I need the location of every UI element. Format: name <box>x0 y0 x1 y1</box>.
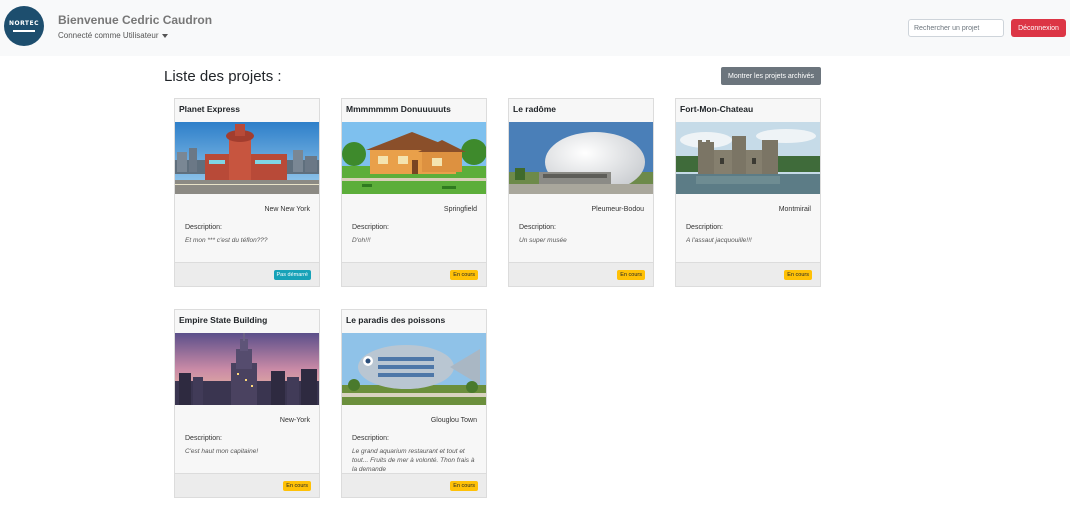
status-badge: En cours <box>784 270 812 280</box>
card-footer: En cours <box>175 473 319 497</box>
project-description: A l'assaut jacquouille!!! <box>686 237 752 244</box>
project-title[interactable]: Planet Express <box>179 104 240 114</box>
status-badge: En cours <box>450 270 478 280</box>
project-image <box>342 122 486 194</box>
caret-down-icon <box>162 33 169 38</box>
description-label: Description: <box>185 224 222 231</box>
card-footer: En cours <box>342 262 486 286</box>
project-title[interactable]: Le paradis des poissons <box>346 315 445 325</box>
card-footer: En cours <box>676 262 820 286</box>
status-badge: En cours <box>617 270 645 280</box>
project-description: C'est haut mon capitaine! <box>185 448 259 455</box>
project-title[interactable]: Empire State Building <box>179 315 267 325</box>
card-footer: Pas démarré <box>175 262 319 286</box>
project-image <box>342 333 486 405</box>
project-card[interactable]: Empire State Building New-York Descripti… <box>174 309 320 498</box>
search-input[interactable] <box>908 19 1004 37</box>
logout-button[interactable]: Déconnexion <box>1011 19 1066 37</box>
status-badge: En cours <box>283 481 311 491</box>
status-badge: Pas démarré <box>273 270 311 280</box>
company-logo[interactable]: NORTEC <box>4 6 44 46</box>
project-card[interactable]: Planet Express New New York Description:… <box>174 98 320 287</box>
show-archived-button[interactable]: Montrer les projets archivés <box>721 67 821 85</box>
project-description: Le grand aquarium restaurant et tout et … <box>352 448 475 473</box>
project-description: D'oh!!! <box>352 237 371 244</box>
logo-text: NORTEC <box>8 20 40 27</box>
project-title[interactable]: Mmmmmmm Donuuuuuts <box>346 104 451 114</box>
project-card[interactable]: Fort-Mon-Chateau Montmirail Description:… <box>675 98 821 287</box>
logo-bar <box>13 30 35 32</box>
user-role-label: Connecté comme Utilisateur <box>58 31 159 40</box>
project-location: Springfield <box>443 206 477 213</box>
project-image <box>676 122 820 194</box>
project-card[interactable]: Le paradis des poissons Glouglou Town De… <box>341 309 487 498</box>
project-card[interactable]: Le radôme Pleumeur-Bodou Description: Un… <box>508 98 654 287</box>
top-navbar: NORTEC Bienvenue Cedric Caudron Connecté… <box>0 0 1070 56</box>
card-footer: En cours <box>342 473 486 497</box>
project-location: New New York <box>264 206 310 213</box>
welcome-message: Bienvenue Cedric Caudron <box>58 13 213 27</box>
page-title: Liste des projets : <box>164 68 282 85</box>
project-title[interactable]: Le radôme <box>513 104 556 114</box>
description-label: Description: <box>352 224 389 231</box>
status-badge: En cours <box>450 481 478 491</box>
user-role-dropdown[interactable]: Connecté comme Utilisateur <box>58 31 169 40</box>
project-description: Et mon *** c'est du téflon??? <box>185 237 268 244</box>
description-label: Description: <box>352 435 389 442</box>
project-description: Un super musée <box>519 237 567 244</box>
project-location: Pleumeur-Bodou <box>591 206 644 213</box>
project-location: Montmirail <box>778 206 811 213</box>
project-location: New-York <box>279 417 310 424</box>
project-image <box>175 333 319 405</box>
project-location: Glouglou Town <box>430 417 477 424</box>
project-image <box>175 122 319 194</box>
description-label: Description: <box>519 224 556 231</box>
project-card[interactable]: Mmmmmmm Donuuuuuts Springfield Descripti… <box>341 98 487 287</box>
description-label: Description: <box>185 435 222 442</box>
card-footer: En cours <box>509 262 653 286</box>
project-image <box>509 122 653 194</box>
project-title[interactable]: Fort-Mon-Chateau <box>680 104 753 114</box>
description-label: Description: <box>686 224 723 231</box>
